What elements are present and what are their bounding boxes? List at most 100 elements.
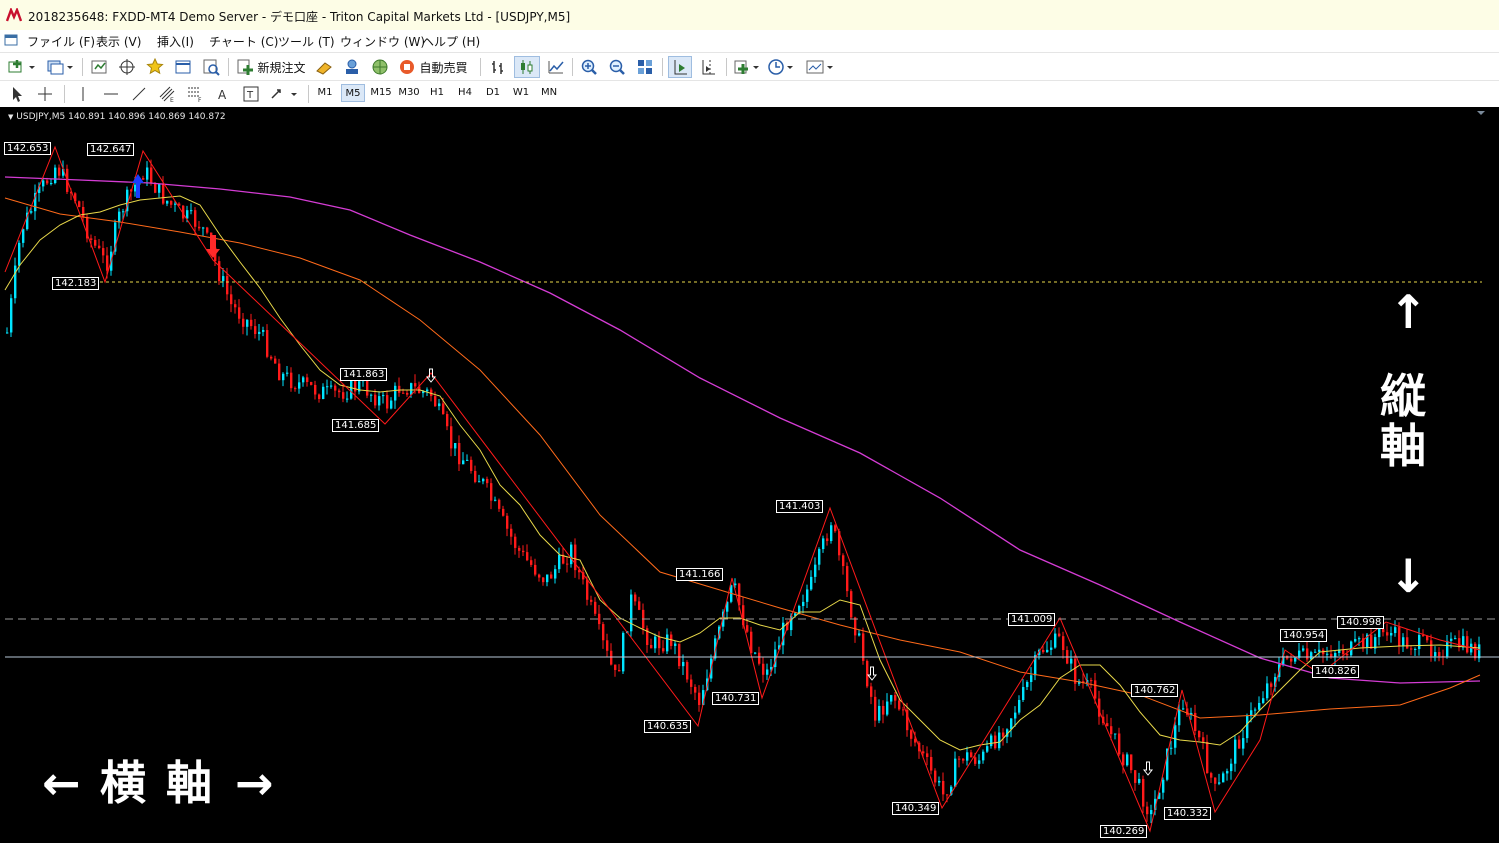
trendline-icon xyxy=(132,87,146,101)
candle-body xyxy=(1474,643,1477,659)
tile-windows-button[interactable] xyxy=(634,56,656,78)
new-order-button[interactable]: 新規注文 xyxy=(234,56,308,78)
menu-window[interactable]: ウィンドウ (W) xyxy=(340,33,425,50)
zigzag-line xyxy=(4,145,1481,833)
candle-body xyxy=(810,576,813,590)
data-window-button[interactable] xyxy=(116,56,138,78)
auto-scroll-button[interactable] xyxy=(668,56,692,78)
equidistant-channel-tool[interactable]: E xyxy=(156,83,178,105)
candle-body xyxy=(342,392,345,399)
menu-view[interactable]: 表示 (V) xyxy=(96,33,141,50)
candle-body xyxy=(398,385,401,393)
candle-body xyxy=(298,382,301,389)
timeframe-w1[interactable]: W1 xyxy=(509,84,533,102)
line-chart-button[interactable] xyxy=(544,56,568,78)
market-watch-button[interactable] xyxy=(88,56,110,78)
vertical-line-tool[interactable] xyxy=(72,83,94,105)
zoom-out-button[interactable] xyxy=(606,56,628,78)
fibonacci-icon: F xyxy=(188,87,202,103)
timeframe-m5[interactable]: M5 xyxy=(341,84,365,102)
crosshair-tool[interactable] xyxy=(34,83,56,105)
indicators-button[interactable] xyxy=(732,56,764,78)
candle-body xyxy=(1254,709,1257,711)
auto-trading-button[interactable]: 自動売買 xyxy=(396,56,470,78)
timeframe-d1[interactable]: D1 xyxy=(481,84,505,102)
periods-button[interactable] xyxy=(766,56,798,78)
menu-tools[interactable]: ツール (T) xyxy=(278,33,335,50)
candle-body xyxy=(6,332,9,334)
fibonacci-tool[interactable]: F xyxy=(184,83,206,105)
candle-body xyxy=(206,227,209,233)
trendline-tool[interactable] xyxy=(128,83,150,105)
candle-body xyxy=(42,180,45,187)
candle-body xyxy=(1454,638,1457,640)
chart-shift-button[interactable] xyxy=(696,56,720,78)
signals-button[interactable] xyxy=(340,56,364,78)
terminal-button[interactable] xyxy=(172,56,194,78)
arrows-tool[interactable] xyxy=(268,83,300,105)
candle-body xyxy=(302,377,305,383)
zoom-in-button[interactable] xyxy=(578,56,600,78)
market-button[interactable] xyxy=(368,56,392,78)
clock-icon xyxy=(768,59,793,75)
candle-body xyxy=(734,583,737,586)
candle-body xyxy=(1294,657,1297,662)
strategy-tester-button[interactable] xyxy=(200,56,222,78)
candle-body xyxy=(1346,654,1349,656)
candle-body xyxy=(590,599,593,602)
window-title: 2018235648: FXDD-MT4 Demo Server - デモ口座 … xyxy=(28,10,571,24)
candle-body xyxy=(1090,680,1093,682)
candle-body xyxy=(234,304,237,308)
candle-body xyxy=(538,574,541,578)
candle-body xyxy=(330,385,333,387)
timeframe-mn[interactable]: MN xyxy=(537,84,561,102)
templates-button[interactable] xyxy=(804,56,836,78)
menu-charts[interactable]: チャート (C) xyxy=(209,33,278,50)
candles-layer xyxy=(6,159,1481,824)
new-order-label: 新規注文 xyxy=(257,60,306,75)
price-chart[interactable]: ▼ USDJPY,M5 140.891 140.896 140.869 140.… xyxy=(0,107,1499,843)
timeframe-h1[interactable]: H1 xyxy=(425,84,449,102)
candle-body xyxy=(82,207,85,217)
profiles-button[interactable] xyxy=(44,56,76,78)
bar-chart-button[interactable] xyxy=(486,56,510,78)
svg-text:T: T xyxy=(246,90,254,101)
candle-body xyxy=(266,330,269,357)
timeframe-h4[interactable]: H4 xyxy=(453,84,477,102)
candlestick-chart-button[interactable] xyxy=(514,56,540,78)
candle-body xyxy=(1042,649,1045,653)
candle-body xyxy=(334,385,337,391)
candle-body xyxy=(1030,675,1033,683)
candle-body xyxy=(998,732,1001,749)
candle-body xyxy=(546,574,549,583)
market-watch-icon xyxy=(91,60,107,74)
text-tool[interactable]: A xyxy=(212,83,234,105)
candle-body xyxy=(690,679,693,687)
horizontal-line-tool[interactable] xyxy=(100,83,122,105)
candle-body xyxy=(1162,779,1165,793)
buy-signal-arrow-icon xyxy=(132,174,144,198)
candle-body xyxy=(1122,754,1125,766)
menu-help[interactable]: ヘルプ (H) xyxy=(422,33,480,50)
candle-body xyxy=(1222,773,1225,783)
timeframe-m1[interactable]: M1 xyxy=(313,84,337,102)
timeframe-m30[interactable]: M30 xyxy=(397,84,421,102)
candle-body xyxy=(90,238,93,240)
new-chart-button[interactable] xyxy=(6,56,38,78)
candle-body xyxy=(1426,636,1429,641)
navigator-button[interactable] xyxy=(144,56,166,78)
candle-body xyxy=(1062,636,1065,651)
candle-body xyxy=(46,180,49,184)
candle-body xyxy=(18,242,21,266)
candle-body xyxy=(98,245,101,249)
menu-insert[interactable]: 挿入(I) xyxy=(157,33,194,50)
cursor-tool[interactable] xyxy=(6,83,28,105)
menu-file[interactable]: ファイル (F) xyxy=(27,33,95,50)
text-label-tool[interactable]: T xyxy=(240,83,262,105)
timeframe-m15[interactable]: M15 xyxy=(369,84,393,102)
chart-window-icon[interactable] xyxy=(4,33,18,47)
candle-body xyxy=(602,624,605,641)
metaeditor-button[interactable] xyxy=(312,56,336,78)
collapse-triangle-icon[interactable]: ▼ xyxy=(8,113,13,121)
candle-body xyxy=(1262,698,1265,703)
